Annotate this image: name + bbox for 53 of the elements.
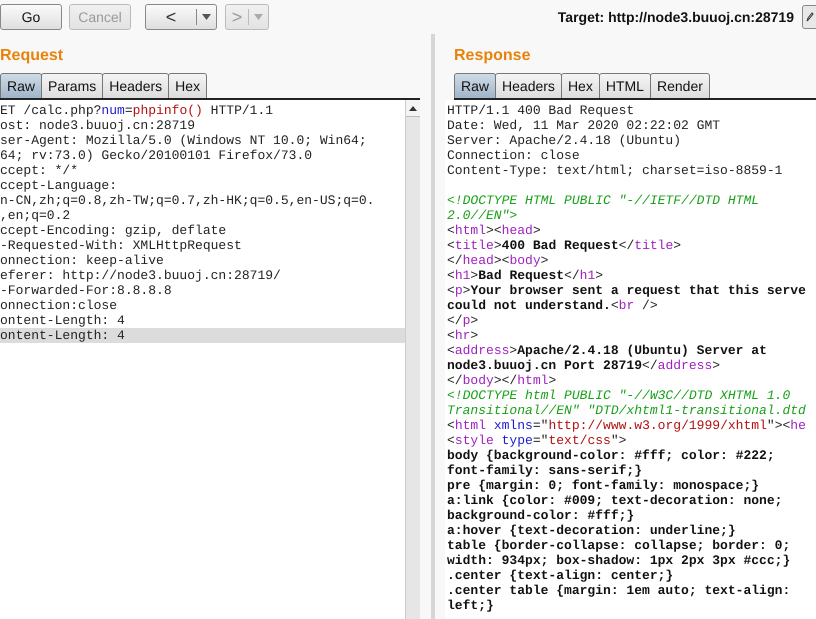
response-line: background-color: #fff;} bbox=[447, 508, 636, 523]
editor-tab[interactable]: Raw bbox=[454, 73, 496, 98]
editor-tab[interactable]: HTML bbox=[598, 73, 651, 98]
response-line: <!DOCTYPE html PUBLIC "-//W3C//DTD XHTML 1.0 bbox=[447, 388, 792, 403]
response-line: Transitional//EN" "DTD/xhtml1-transitional.dtd bbox=[447, 403, 807, 418]
scrollbar[interactable] bbox=[405, 100, 420, 619]
response-line: table {border-collapse: collapse; border: 0; bbox=[447, 538, 792, 553]
response-line: left;} bbox=[447, 598, 495, 613]
response-line: 2.0//EN"> bbox=[447, 208, 518, 223]
response-line: <title>400 Bad Request</title> bbox=[447, 238, 682, 253]
go-button[interactable]: Go bbox=[0, 4, 62, 30]
back-button[interactable]: < bbox=[145, 4, 217, 30]
editor-tab[interactable]: Headers bbox=[495, 73, 562, 98]
response-line: </head><body> bbox=[447, 253, 550, 268]
editor-tab[interactable]: Hex bbox=[560, 73, 600, 98]
pencil-icon bbox=[806, 12, 814, 22]
response-line: <!DOCTYPE HTML PUBLIC "-//IETF//DTD HTML bbox=[447, 193, 760, 208]
response-line: font-family: sans-serif;} bbox=[447, 463, 644, 478]
response-line: Connection: close bbox=[447, 148, 581, 163]
pane-title: Request bbox=[0, 46, 64, 66]
response-line: .center {text-align: center;} bbox=[447, 568, 674, 583]
response-line: <html><head> bbox=[447, 223, 542, 238]
response-line: Content-Type: text/html; charset=iso-8859-1 bbox=[447, 163, 784, 178]
response-line: pre {margin: 0; font-family: monospace;} bbox=[447, 478, 760, 493]
response-line: a:hover {text-decoration: underline;} bbox=[447, 523, 737, 538]
response-line: could not understand.<br /> bbox=[447, 298, 659, 313]
editor-tab[interactable]: Hex bbox=[168, 73, 208, 98]
scroll-up-icon[interactable] bbox=[409, 106, 417, 110]
response-line: </body></html> bbox=[447, 373, 558, 388]
caret-icon bbox=[202, 14, 211, 20]
target-label: Target: http://node3.buuoj.cn:28719 bbox=[558, 8, 794, 27]
response-line: </p> bbox=[447, 313, 480, 328]
editor-tab[interactable]: Render bbox=[650, 73, 710, 98]
editor-tab[interactable]: Raw bbox=[0, 73, 42, 98]
response-line: <p>Your browser sent a request that this serve bbox=[447, 283, 807, 298]
response-line: <address>Apache/2.4.18 (Ubuntu) Server at bbox=[447, 343, 768, 358]
response-line: Date: Wed, 11 Mar 2020 02:22:02 GMT bbox=[447, 118, 722, 133]
response-line: <style type="text/css"> bbox=[447, 433, 628, 448]
response-line: <h1>Bad Request</h1> bbox=[447, 268, 604, 283]
response-line: HTTP/1.1 400 Bad Request bbox=[447, 103, 636, 118]
edit-target-button[interactable] bbox=[802, 5, 816, 29]
response-line: body {background-color: #fff; color: #222; bbox=[447, 448, 776, 463]
response-line: <html xmlns="http://www.w3.org/1999/xhtml"><he bbox=[447, 418, 807, 433]
pane-title: Response bbox=[453, 46, 530, 66]
response-line: Server: Apache/2.4.18 (Ubuntu) bbox=[447, 133, 682, 148]
response-line: .center table {margin: 1em auto; text-align: bbox=[447, 583, 792, 598]
editor-tab[interactable]: Headers bbox=[102, 73, 170, 98]
response-line: <hr> bbox=[447, 328, 480, 343]
response-line: node3.buuoj.cn Port 28719</address> bbox=[447, 358, 722, 373]
editor-tab[interactable]: Params bbox=[41, 73, 104, 98]
caret-icon bbox=[254, 14, 263, 20]
response-line: a:link {color: #009; text-decoration: none; bbox=[447, 493, 784, 508]
response-line: width: 934px; box-shadow: 1px 2px 3px #ccc;} bbox=[447, 553, 792, 568]
